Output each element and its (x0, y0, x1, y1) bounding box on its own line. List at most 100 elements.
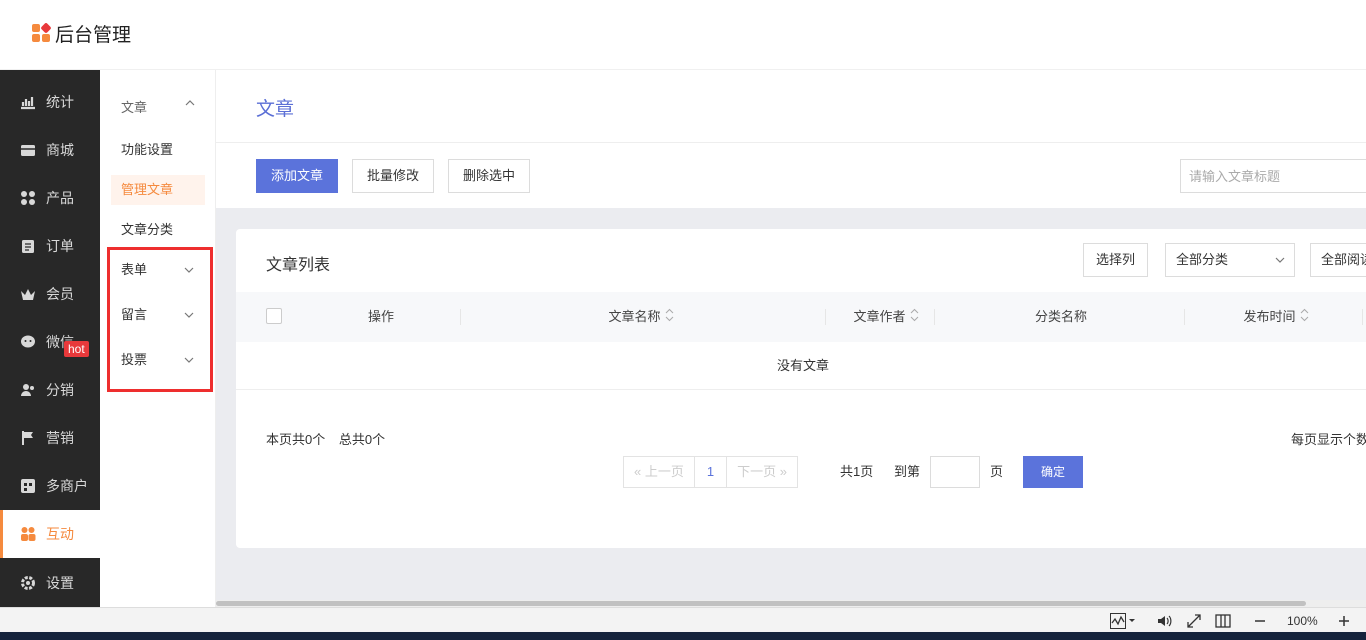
browser-status-bar: 100% (0, 607, 1366, 632)
sort-icon (1300, 293, 1309, 343)
column-divider (934, 309, 935, 325)
sidebar-item-merchants[interactable]: 多商户 (0, 462, 100, 510)
pagination: « 上一页 1 下一页 » (623, 456, 798, 488)
read-filter-select[interactable]: 全部阅读 (1310, 243, 1366, 277)
horizontal-scrollbar[interactable] (216, 600, 1366, 607)
goto-label: 到第 (894, 464, 921, 479)
subnav-group-forms[interactable]: 表单 (121, 260, 201, 280)
sidebar-item-settings[interactable]: 设置 (0, 559, 100, 607)
select-columns-button[interactable]: 选择列 (1083, 243, 1149, 277)
sidebar-item-label: 营销 (46, 430, 74, 446)
group-label: 表单 (121, 262, 148, 277)
page-count: 本页共0个 (266, 432, 326, 447)
app-title: 后台管理 (55, 24, 132, 46)
prev-label: 上一页 (644, 464, 684, 479)
category-filter-select[interactable]: 全部分类 (1165, 243, 1295, 277)
clipboard-icon (20, 238, 36, 254)
sidebar-item-label: 设置 (46, 575, 74, 591)
select-all-checkbox[interactable] (266, 308, 282, 324)
logo[interactable]: 后台管理 (32, 20, 131, 46)
add-article-button[interactable]: 添加文章 (256, 159, 339, 193)
article-list-card: 文章列表 选择列 全部分类 全部阅读 操作 文章名称 文章作者 分类名称 发布时… (236, 229, 1366, 548)
column-divider (1362, 309, 1363, 325)
column-divider (1184, 309, 1185, 325)
batch-edit-button[interactable]: 批量修改 (352, 159, 435, 193)
delete-selected-button[interactable]: 删除选中 (448, 159, 531, 193)
toolbar: 添加文章 批量修改 删除选中 (216, 143, 1366, 208)
double-chevron-right-icon: » (779, 464, 787, 479)
gear-icon (20, 575, 36, 591)
sidebar-item-label: 产品 (46, 190, 74, 206)
zoom-out-icon[interactable] (1254, 612, 1266, 629)
page-header: 文章 (216, 70, 1366, 143)
select-value: 全部阅读 (1321, 252, 1366, 267)
top-bar: 后台管理 (0, 0, 1366, 70)
sidebar-item-label: 订单 (46, 238, 74, 254)
column-divider (460, 309, 461, 325)
sidebar-item-orders[interactable]: 订单 (0, 222, 100, 270)
page-unit: 页 (990, 464, 1004, 479)
sidebar-item-label: 互动 (46, 526, 74, 542)
empty-state: 没有文章 (236, 342, 1366, 390)
grid-icon (20, 190, 36, 206)
prev-page-button[interactable]: « 上一页 (623, 456, 695, 488)
column-title[interactable]: 文章名称 (566, 292, 716, 342)
sidebar-item-label: 多商户 (46, 478, 88, 494)
sidebar-item-label: 会员 (46, 286, 74, 302)
page-title: 文章 (256, 99, 295, 120)
column-label: 发布时间 (1243, 309, 1296, 324)
performance-icon[interactable] (1110, 612, 1136, 629)
search-input[interactable] (1180, 159, 1366, 193)
chevron-down-icon (183, 305, 195, 331)
chart-icon (20, 94, 36, 110)
select-value: 全部分类 (1176, 252, 1229, 267)
mail-icon (20, 142, 36, 158)
sidebar-item-products[interactable]: 产品 (0, 174, 100, 222)
sidebar: 统计 商城 产品 订单 会员 微信 分销 营销 多商户 互动 设置 (0, 70, 100, 607)
column-category: 分类名称 (1034, 309, 1087, 324)
chevron-down-icon (1274, 244, 1286, 288)
column-publish-time[interactable]: 发布时间 (1216, 292, 1336, 342)
hot-badge: hot (64, 341, 89, 357)
people-icon (20, 526, 36, 542)
scrollbar-thumb[interactable] (216, 601, 1306, 606)
chevron-down-icon (183, 260, 195, 286)
subnav-item-manage-articles[interactable]: 管理文章 (111, 175, 205, 205)
column-label: 文章名称 (608, 309, 661, 324)
fullscreen-icon[interactable] (1186, 612, 1202, 629)
sort-icon (910, 293, 919, 343)
store-icon (20, 478, 36, 494)
volume-icon[interactable] (1156, 612, 1172, 629)
group-label: 投票 (121, 352, 148, 367)
subnav-item-categories[interactable]: 文章分类 (111, 215, 205, 245)
chevron-down-icon (183, 350, 195, 376)
next-page-button[interactable]: 下一页 » (726, 456, 798, 488)
flag-icon (20, 430, 36, 446)
double-chevron-left-icon: « (634, 464, 642, 479)
sidebar-item-stats[interactable]: 统计 (0, 78, 100, 126)
zoom-in-icon[interactable] (1338, 612, 1350, 629)
table-header: 操作 文章名称 文章作者 分类名称 发布时间 (236, 292, 1366, 342)
main-content: 文章 添加文章 批量修改 删除选中 文章列表 选择列 全部分类 全部阅读 操作 … (216, 70, 1366, 607)
zoom-level: 100% (1287, 613, 1318, 628)
os-taskbar (0, 632, 1366, 640)
column-divider (825, 309, 826, 325)
columns-icon[interactable] (1215, 612, 1231, 629)
column-author[interactable]: 文章作者 (836, 292, 936, 342)
sidebar-item-mall[interactable]: 商城 (0, 126, 100, 174)
sidebar-item-members[interactable]: 会员 (0, 270, 100, 318)
page-1-button[interactable]: 1 (693, 456, 728, 488)
subnav-item-settings[interactable]: 功能设置 (111, 135, 205, 165)
sidebar-item-distribution[interactable]: 分销 (0, 366, 100, 414)
sidebar-item-label: 分销 (46, 382, 74, 398)
subnav-group-votes[interactable]: 投票 (121, 350, 201, 370)
chevron-up-icon[interactable] (184, 97, 196, 112)
subnav-section-title[interactable]: 文章 (121, 97, 147, 116)
sidebar-item-interaction[interactable]: 互动 (0, 510, 100, 558)
sort-icon (665, 293, 674, 343)
chat-icon (20, 334, 36, 350)
goto-page-input[interactable] (930, 456, 980, 488)
subnav-group-messages[interactable]: 留言 (121, 305, 201, 325)
confirm-button[interactable]: 确定 (1023, 456, 1083, 488)
sidebar-item-marketing[interactable]: 营销 (0, 414, 100, 462)
